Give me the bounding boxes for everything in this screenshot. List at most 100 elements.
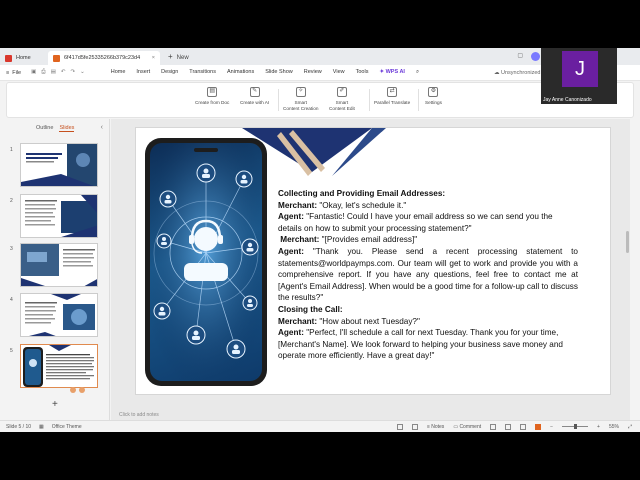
parallel-translate-button[interactable]: ⇄ Parallel Translate <box>374 87 410 106</box>
dialogue-line: "[Provides email address]" <box>319 235 418 245</box>
notes-label: Notes <box>431 423 445 430</box>
wps-presentation-window: Home 6f417d5fe25335266b379c23d4 × + New ▢… <box>0 48 640 432</box>
smart-creation-icon: ✧ <box>295 87 306 97</box>
file-menu[interactable]: ≡ File <box>6 70 21 76</box>
normal-view-icon[interactable] <box>490 423 497 430</box>
theme-icon: ▦ <box>39 423 44 430</box>
collapse-panel-icon[interactable]: ‹ <box>101 124 103 131</box>
smart-content-creation-button[interactable]: ✧ Smart Content Creation <box>283 87 318 111</box>
slide-4-preview <box>21 294 97 336</box>
slide-number: 3 <box>10 246 13 252</box>
menu-view[interactable]: View <box>333 69 345 76</box>
phone-illustration <box>145 138 267 386</box>
slide-sorter-icon[interactable] <box>505 423 512 430</box>
webcam-overlay: J Jay Anne Canonizado <box>541 48 617 104</box>
account-avatar[interactable] <box>531 52 540 61</box>
slide-thumbnail-panel: Outline Slides ‹ 1 2 3 4 5 + <box>0 119 110 420</box>
menu-wps-ai[interactable]: ✦ WPS AI <box>379 69 405 76</box>
new-tab-button[interactable]: + New <box>168 52 189 61</box>
zoom-slider[interactable] <box>562 424 589 429</box>
slide-thumbnail-5[interactable] <box>20 344 98 388</box>
ribbon-divider <box>278 89 279 111</box>
comment-toggle[interactable]: ▭ Comment <box>453 424 481 430</box>
settings-button[interactable]: ⚙ Settings <box>425 87 442 106</box>
search-icon[interactable]: ⌕ <box>416 69 419 76</box>
vertical-scrollbar[interactable] <box>626 231 629 253</box>
tab-outline[interactable]: Outline <box>36 125 53 132</box>
close-tab-icon[interactable]: × <box>152 55 155 61</box>
menu-transitions[interactable]: Transitions <box>189 69 216 76</box>
menu-design[interactable]: Design <box>161 69 178 76</box>
slide-2-preview <box>21 195 97 237</box>
slide-1-preview <box>21 144 97 186</box>
zoom-level[interactable]: 55% <box>609 424 619 430</box>
window-layout-icon[interactable]: ▢ <box>517 52 523 61</box>
phone-screen <box>150 143 262 381</box>
smart-edit-icon: ✐ <box>336 87 347 97</box>
quick-access-toolbar: ▣ ⎙ ▤ ↶ ↷ ⌄ <box>31 69 85 76</box>
tab-home-label: Home <box>16 55 31 61</box>
slide-number: 2 <box>10 198 13 204</box>
slide-thumbnail-4[interactable] <box>20 293 98 337</box>
smart-creation-label-2: Content Creation <box>283 105 319 111</box>
spellcheck-icon[interactable] <box>396 423 403 430</box>
export-icon[interactable]: ▤ <box>51 69 56 76</box>
create-from-doc-button[interactable]: ▤ Create from Doc <box>195 87 229 106</box>
menu-wps-ai-label: WPS AI <box>385 69 405 75</box>
main-menu: Home Insert Design Transitions Animation… <box>111 69 419 76</box>
status-bar: Slide 5 / 10 ▦ Office Theme ≡ Notes ▭ Co… <box>0 420 640 432</box>
wps-ai-ribbon: ▤ Create from Doc ✎ Create with AI ✧ Sma… <box>6 82 634 118</box>
speaker-label: Agent: <box>278 212 304 222</box>
dialogue-line: "Perfect, I'll schedule a call for next … <box>278 328 563 361</box>
slide-editor: Collecting and Providing Email Addresses… <box>111 119 630 420</box>
slideshow-icon[interactable] <box>535 423 542 430</box>
create-with-ai-label: Create with AI <box>240 100 270 105</box>
tab-document[interactable]: 6f417d5fe25335266b379c23d4 × <box>48 51 160 65</box>
zoom-out-icon[interactable]: − <box>550 424 553 430</box>
notes-toggle[interactable]: ≡ Notes <box>427 424 444 430</box>
ribbon-divider <box>369 89 370 111</box>
parallel-translate-label: Parallel Translate <box>374 100 411 105</box>
theme-name[interactable]: Office Theme <box>52 424 82 430</box>
presentation-file-icon <box>53 54 60 62</box>
fit-window-icon[interactable]: ⤢ <box>628 424 632 430</box>
tab-home[interactable]: Home <box>0 51 48 65</box>
sync-status-label: Unsynchronized <box>501 69 541 76</box>
create-with-ai-button[interactable]: ✎ Create with AI <box>240 87 269 106</box>
slide-thumbnail-2[interactable] <box>20 194 98 238</box>
undo-icon[interactable]: ↶ <box>61 69 66 76</box>
add-slide-icon[interactable]: + <box>52 399 58 410</box>
slide-body-text[interactable]: Collecting and Providing Email Addresses… <box>278 188 578 362</box>
section-heading-closing: Closing the Call: <box>278 304 343 314</box>
tab-slides[interactable]: Slides <box>59 125 75 132</box>
menu-insert[interactable]: Insert <box>136 69 150 76</box>
menu-slide-show[interactable]: Slide Show <box>265 69 293 76</box>
dialogue-line: "Okay, let's schedule it." <box>317 200 407 210</box>
zoom-in-icon[interactable]: + <box>597 424 600 430</box>
plus-icon: + <box>168 52 173 61</box>
more-icon[interactable]: ⌄ <box>80 69 85 76</box>
menu-review[interactable]: Review <box>304 69 322 76</box>
slide-5-preview <box>21 345 97 387</box>
redo-icon[interactable]: ↷ <box>71 69 76 76</box>
reading-view-icon[interactable] <box>520 423 527 430</box>
sync-status[interactable]: ☁ Unsynchronized <box>494 70 540 76</box>
participant-avatar: J <box>562 51 598 87</box>
slide-thumbnail-1[interactable] <box>20 143 98 187</box>
slide-canvas[interactable]: Collecting and Providing Email Addresses… <box>135 127 611 395</box>
layout-icon[interactable] <box>411 423 418 430</box>
menu-tools[interactable]: Tools <box>356 69 369 76</box>
status-left: Slide 5 / 10 ▦ Office Theme <box>6 424 82 430</box>
save-icon[interactable]: ▣ <box>31 69 36 76</box>
animation-badge-icon[interactable] <box>70 387 76 393</box>
ai-create-icon: ✎ <box>249 87 260 97</box>
transition-badge-icon[interactable] <box>79 387 85 393</box>
customer-support-network-graphic <box>150 143 262 381</box>
phone-notch <box>194 148 218 152</box>
menu-home[interactable]: Home <box>111 69 126 76</box>
slide-thumbnail-3[interactable] <box>20 243 98 287</box>
print-icon[interactable]: ⎙ <box>41 69 45 76</box>
notes-placeholder[interactable]: Click to add notes <box>119 412 159 418</box>
smart-content-edit-button[interactable]: ✐ Smart Content Edit <box>329 87 355 111</box>
menu-animations[interactable]: Animations <box>227 69 254 76</box>
